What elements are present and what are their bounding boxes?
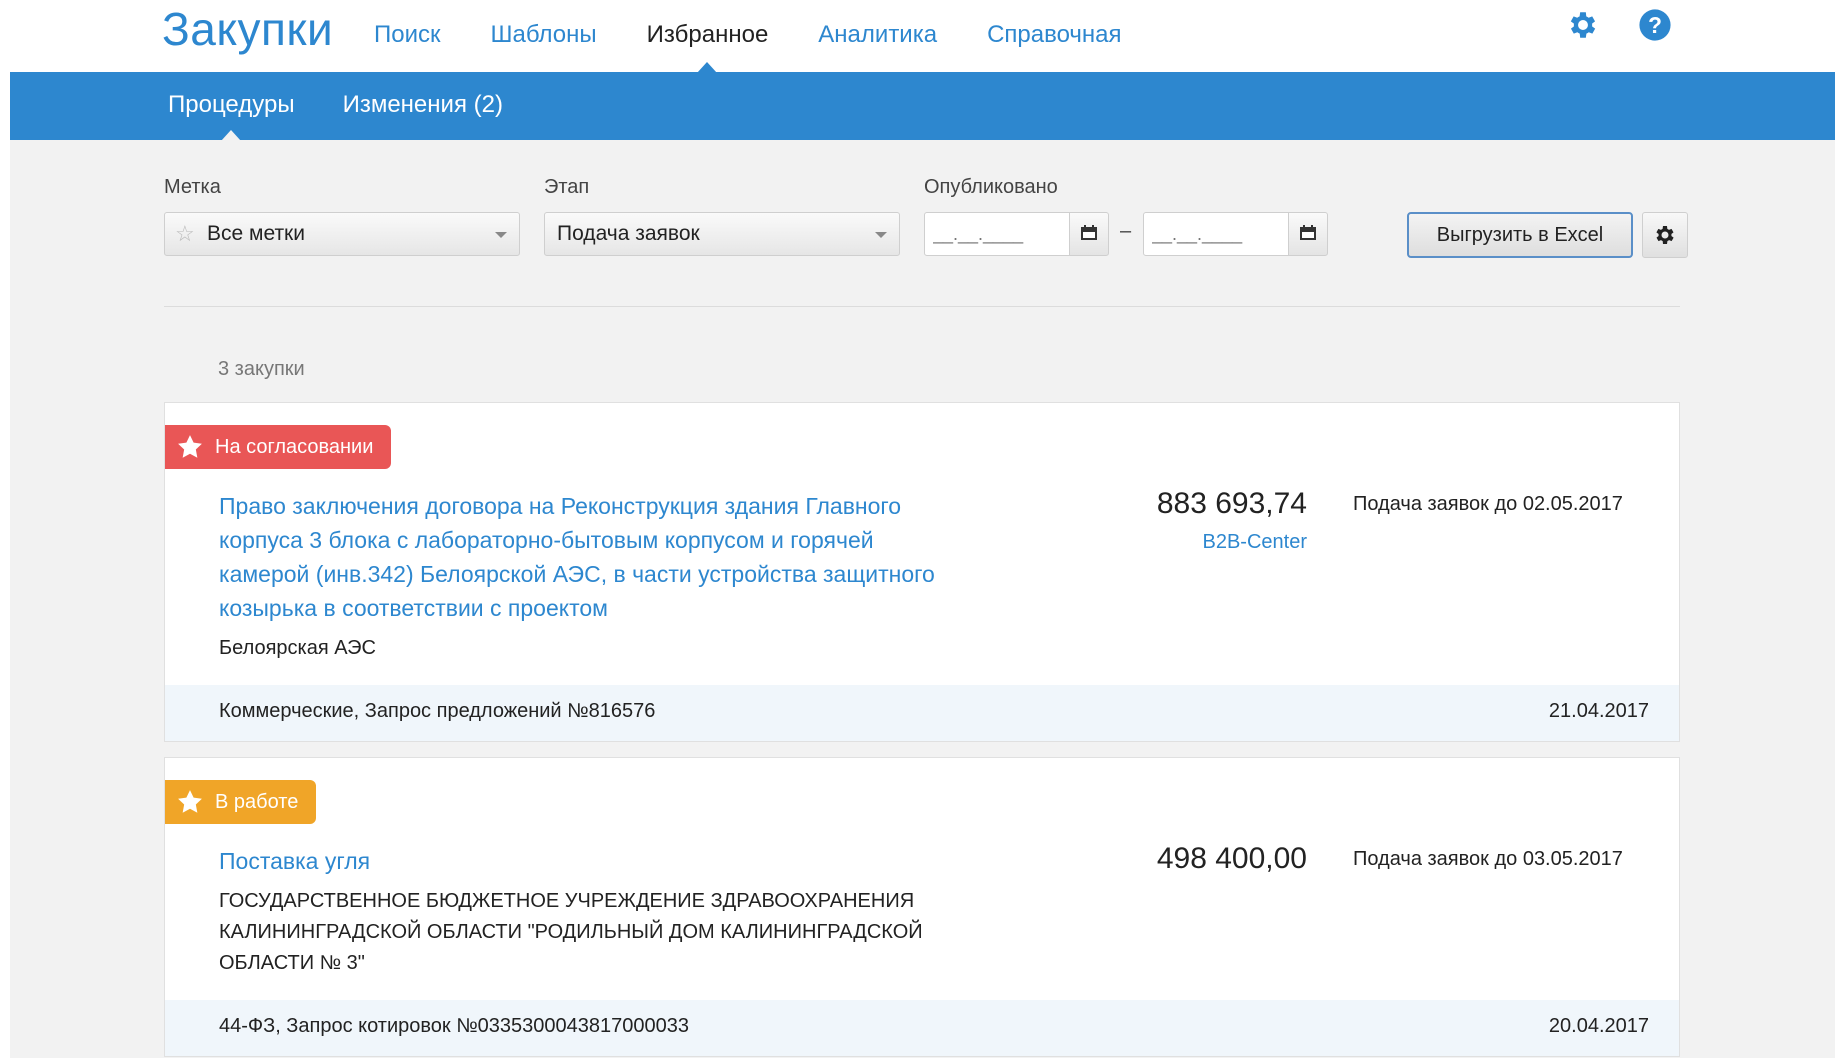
date-range-dash: –	[1120, 220, 1132, 242]
sub-nav: Процедуры Изменения (2)	[168, 90, 551, 141]
tab-changes[interactable]: Изменения (2)	[343, 90, 503, 120]
header-icons: ?	[1566, 8, 1672, 47]
platform-link[interactable]: B2B-Center	[1203, 531, 1308, 554]
procurement-type: Коммерческие, Запрос предложений №816576	[219, 700, 656, 722]
divider	[164, 306, 1680, 307]
sub-nav-bar: Процедуры Изменения (2)	[10, 72, 1835, 141]
tag-filter-label: Метка	[164, 176, 221, 198]
customer-name: ГОСУДАРСТВЕННОЕ БЮДЖЕТНОЕ УЧРЕЖДЕНИЕ ЗДР…	[219, 886, 1019, 979]
tab-procedures[interactable]: Процедуры	[168, 90, 295, 141]
status-badge[interactable]: В работе	[165, 780, 317, 824]
tag-select[interactable]: ☆ Все метки	[164, 212, 520, 256]
application-deadline: Подача заявок до 03.05.2017	[1353, 848, 1623, 870]
procurement-type: 44-ФЗ, Запрос котировок №033530004381700…	[219, 1015, 689, 1037]
app-logo[interactable]: Закупки	[162, 2, 333, 56]
date-to-input[interactable]	[1143, 212, 1289, 256]
application-deadline: Подача заявок до 02.05.2017	[1353, 493, 1623, 515]
status-badge-label: В работе	[215, 791, 299, 813]
gear-icon	[1656, 226, 1674, 244]
card-footer: 44-ФЗ, Запрос котировок №033530004381700…	[165, 1000, 1679, 1056]
customer-name-line: ГОСУДАРСТВЕННОЕ БЮДЖЕТНОЕ УЧРЕЖДЕНИЕ ЗДР…	[219, 890, 915, 912]
nav-search[interactable]: Поиск	[374, 20, 441, 50]
stage-filter-label: Этап	[544, 176, 590, 198]
calendar-icon	[1081, 225, 1097, 240]
filters-bar: Метка ☆ Все метки Этап Подача заявок Опу…	[164, 176, 1688, 266]
main-nav: Поиск Шаблоны Избранное Аналитика Справо…	[374, 20, 1172, 73]
chevron-down-icon	[495, 232, 507, 238]
customer-name: Белоярская АЭС	[219, 637, 376, 659]
calendar-icon	[1300, 225, 1316, 240]
date-to-calendar-button[interactable]	[1288, 212, 1328, 256]
nav-favorites[interactable]: Избранное	[647, 20, 768, 73]
publish-date: 21.04.2017	[1548, 700, 1649, 722]
customer-name-line: ОБЛАСТИ № 3"	[219, 952, 365, 974]
chevron-down-icon	[875, 232, 887, 238]
published-filter-label: Опубликовано	[924, 176, 1058, 198]
nav-templates[interactable]: Шаблоны	[491, 20, 597, 50]
procurement-price: 883 693,74	[1156, 487, 1307, 520]
gear-icon[interactable]	[1566, 8, 1600, 47]
title-line: Поставка угля	[219, 848, 371, 874]
title-line: корпуса 3 блока с лабораторно-бытовым ко…	[219, 527, 874, 553]
publish-date: 20.04.2017	[1548, 1015, 1649, 1037]
nav-analytics[interactable]: Аналитика	[818, 20, 937, 50]
procurement-price: 498 400,00	[1156, 842, 1307, 875]
filter-settings-button[interactable]	[1642, 212, 1688, 258]
help-icon[interactable]: ?	[1638, 8, 1672, 47]
star-icon	[175, 433, 205, 477]
title-line: козырька в соответствии с проектом	[219, 595, 608, 621]
title-line: Право заключения договора на Реконструкц…	[219, 493, 902, 519]
results-count: 3 закупки	[218, 358, 305, 380]
svg-text:?: ?	[1648, 12, 1662, 38]
status-badge[interactable]: На согласовании	[165, 425, 392, 469]
procurement-card: В работе Поставка угля ГОСУДАРСТВЕННОЕ Б…	[164, 757, 1680, 1057]
tag-select-value: Все метки	[207, 222, 305, 245]
title-line: камерой (инв.342) Белоярской АЭС, в част…	[219, 561, 935, 587]
procurement-title-link[interactable]: Поставка угля	[219, 844, 1019, 878]
top-header: Закупки Поиск Шаблоны Избранное Аналитик…	[0, 0, 1835, 73]
stage-select-value: Подача заявок	[557, 222, 700, 245]
nav-reference[interactable]: Справочная	[987, 20, 1121, 50]
stage-select[interactable]: Подача заявок	[544, 212, 900, 256]
export-excel-button[interactable]: Выгрузить в Excel	[1407, 212, 1633, 258]
main-content: Метка ☆ Все метки Этап Подача заявок Опу…	[10, 140, 1835, 1058]
procurement-title-link[interactable]: Право заключения договора на Реконструкц…	[219, 489, 1019, 625]
star-outline-icon: ☆	[175, 221, 195, 246]
customer-name-line: КАЛИНИНГРАДСКОЙ ОБЛАСТИ "РОДИЛЬНЫЙ ДОМ К…	[219, 921, 923, 943]
card-footer: Коммерческие, Запрос предложений №816576…	[165, 685, 1679, 741]
star-icon	[175, 788, 205, 832]
procurement-card: На согласовании Право заключения договор…	[164, 402, 1680, 742]
date-from-input[interactable]	[924, 212, 1070, 256]
status-badge-label: На согласовании	[215, 436, 374, 458]
date-from-calendar-button[interactable]	[1069, 212, 1109, 256]
